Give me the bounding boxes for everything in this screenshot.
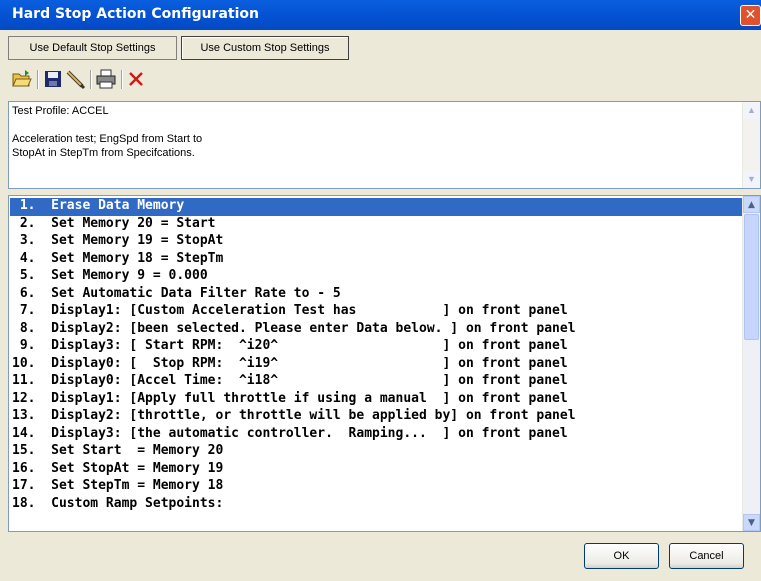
delete-icon[interactable] [125, 68, 147, 90]
tab-use-default-stop-settings[interactable]: Use Default Stop Settings [8, 36, 177, 60]
list-item[interactable]: 13. Display2: [throttle, or throttle wil… [10, 408, 742, 426]
list-item[interactable]: 4. Set Memory 18 = StepTm [10, 251, 742, 269]
list-item[interactable]: 16. Set StopAt = Memory 19 [10, 461, 742, 479]
close-button[interactable]: ✕ [740, 5, 761, 26]
list-item[interactable]: 6. Set Automatic Data Filter Rate to - 5 [10, 286, 742, 304]
test-profile-description[interactable]: Test Profile: ACCEL Acceleration test; E… [8, 101, 761, 189]
close-icon: ✕ [744, 7, 757, 23]
tab-use-custom-stop-settings[interactable]: Use Custom Stop Settings [181, 36, 349, 60]
window-title: Hard Stop Action Configuration [12, 6, 259, 22]
list-item[interactable]: 9. Display3: [ Start RPM: ^i20^ ] on fro… [10, 338, 742, 356]
save-icon[interactable] [42, 68, 64, 90]
list-item[interactable]: 15. Set Start = Memory 20 [10, 443, 742, 461]
dialog-footer: OK Cancel [0, 533, 761, 581]
list-item[interactable]: 2. Set Memory 20 = Start [10, 216, 742, 234]
print-icon[interactable] [95, 68, 117, 90]
step-rows: 1. Erase Data Memory 2. Set Memory 20 = … [10, 198, 742, 513]
list-item[interactable]: 1. Erase Data Memory [10, 198, 742, 216]
list-item[interactable]: 14. Display3: [the automatic controller.… [10, 426, 742, 444]
list-item[interactable]: 5. Set Memory 9 = 0.000 [10, 268, 742, 286]
list-item[interactable]: 10. Display0: [ Stop RPM: ^i19^ ] on fro… [10, 356, 742, 374]
description-text: Test Profile: ACCEL Acceleration test; E… [12, 105, 203, 159]
action-steps-list[interactable]: 1. Erase Data Memory 2. Set Memory 20 = … [8, 195, 761, 532]
steps-scrollbar[interactable]: ▲ ▼ [742, 196, 760, 531]
scroll-thumb[interactable] [744, 214, 759, 340]
title-bar[interactable]: Hard Stop Action Configuration ✕ [0, 0, 761, 30]
list-item[interactable]: 8. Display2: [been selected. Please ente… [10, 321, 742, 339]
list-item[interactable]: 18. Custom Ramp Setpoints: [10, 496, 742, 514]
ok-button[interactable]: OK [584, 543, 659, 569]
scroll-down-icon[interactable]: ▼ [743, 171, 760, 188]
list-item[interactable]: 12. Display1: [Apply full throttle if us… [10, 391, 742, 409]
list-item[interactable]: 11. Display0: [Accel Time: ^i18^ ] on fr… [10, 373, 742, 391]
edit-pencil-icon[interactable] [64, 68, 86, 90]
scroll-up-icon[interactable]: ▲ [743, 102, 760, 119]
open-folder-icon[interactable] [11, 68, 33, 90]
cancel-button[interactable]: Cancel [669, 543, 744, 569]
scroll-down-icon[interactable]: ▼ [743, 514, 760, 531]
description-scrollbar[interactable]: ▲ ▼ [742, 102, 760, 188]
scroll-up-icon[interactable]: ▲ [743, 196, 760, 213]
list-item[interactable]: 3. Set Memory 19 = StopAt [10, 233, 742, 251]
list-item[interactable]: 7. Display1: [Custom Acceleration Test h… [10, 303, 742, 321]
list-item[interactable]: 17. Set StepTm = Memory 18 [10, 478, 742, 496]
